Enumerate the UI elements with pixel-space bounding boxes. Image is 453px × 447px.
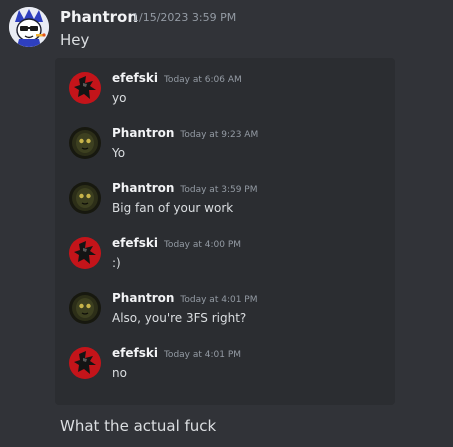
- chat-view: Phantron 1/15/2023 3:59 PM Hey efefski To…: [0, 0, 453, 447]
- embedded-text: no: [112, 366, 127, 380]
- embedded-author: efefski Today at 4:01 PM: [112, 346, 242, 360]
- embedded-timestamp: Today at 4:01 PM: [163, 350, 242, 360]
- embedded-author: efefski Today at 4:00 PM: [112, 236, 242, 250]
- embedded-message: Phantron Today at 3:59 PM Big fan of your…: [55, 168, 395, 218]
- dark-green-avatar-icon: [69, 182, 101, 214]
- dark-green-avatar-icon: [69, 292, 101, 324]
- red-black-avatar-icon: [69, 347, 101, 379]
- embedded-message: Phantron Today at 9:23 AM Yo: [55, 113, 395, 163]
- message-text: What the actual fuck: [60, 417, 217, 435]
- embedded-author: Phantron Today at 4:01 PM: [112, 291, 258, 305]
- embedded-author: Phantron Today at 3:59 PM: [112, 181, 258, 195]
- embedded-timestamp: Today at 4:00 PM: [163, 240, 242, 250]
- embedded-avatar: [69, 237, 101, 269]
- embedded-text: yo: [112, 91, 127, 105]
- embedded-avatar: [69, 72, 101, 104]
- embedded-text: Yo: [112, 146, 126, 160]
- embedded-message: Phantron Today at 4:01 PM Also, you're 3F…: [55, 278, 395, 328]
- embedded-timestamp: Today at 6:06 AM: [163, 75, 242, 85]
- message-header: Phantron 1/15/2023 3:59 PM Hey: [0, 0, 453, 60]
- embedded-text: :): [112, 256, 121, 270]
- embedded-text: Big fan of your work: [112, 201, 234, 215]
- user-avatar[interactable]: [9, 7, 49, 47]
- embedded-timestamp: Today at 3:59 PM: [180, 185, 258, 195]
- embedded-avatar: [69, 127, 101, 159]
- embedded-timestamp: Today at 9:23 AM: [180, 130, 259, 140]
- message-author[interactable]: Phantron: [60, 8, 138, 26]
- embedded-avatar: [69, 292, 101, 324]
- phantron-avatar-icon: [9, 7, 49, 47]
- embedded-author: efefski Today at 6:06 AM: [112, 71, 242, 85]
- embedded-avatar: [69, 182, 101, 214]
- message-timestamp: 1/15/2023 3:59 PM: [132, 11, 237, 24]
- embedded-timestamp: Today at 4:01 PM: [180, 295, 258, 305]
- embedded-avatar: [69, 347, 101, 379]
- red-black-avatar-icon: [69, 72, 101, 104]
- embedded-message: efefski Today at 4:01 PM no: [55, 333, 395, 383]
- embedded-message: efefski Today at 6:06 AM yo: [55, 58, 395, 108]
- dark-green-avatar-icon: [69, 127, 101, 159]
- message-text: Hey: [60, 31, 90, 49]
- embedded-message: efefski Today at 4:00 PM :): [55, 223, 395, 273]
- red-black-avatar-icon: [69, 237, 101, 269]
- embedded-text: Also, you're 3FS right?: [112, 311, 247, 325]
- embedded-image[interactable]: efefski Today at 6:06 AM yo Phantron Today…: [55, 58, 395, 405]
- embedded-author: Phantron Today at 9:23 AM: [112, 126, 259, 140]
